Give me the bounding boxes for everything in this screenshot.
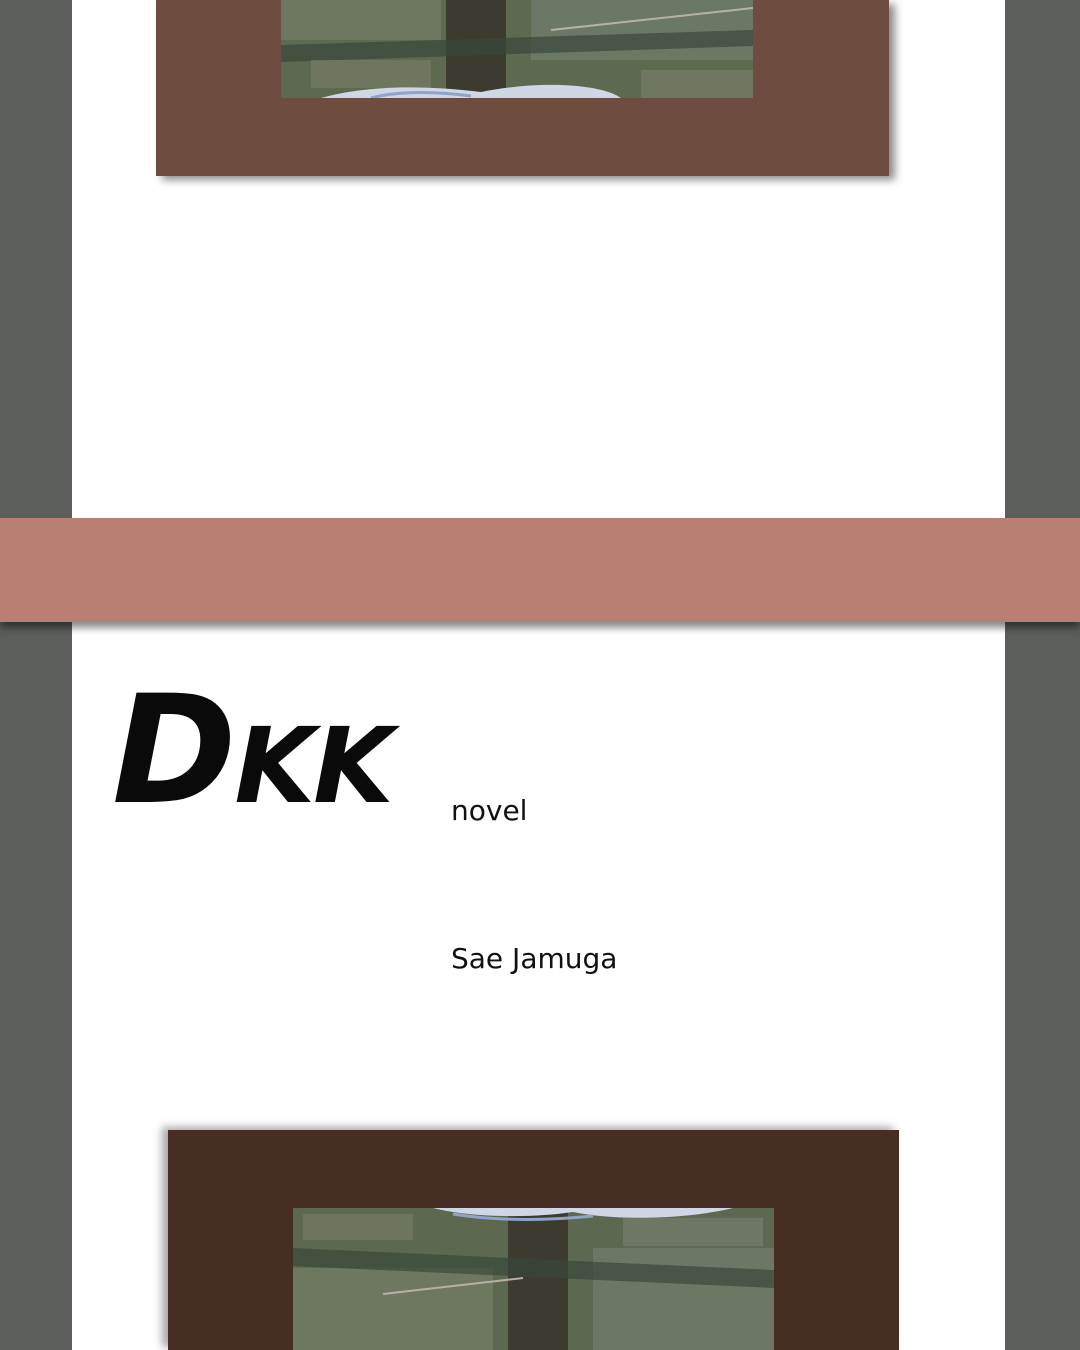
photo-frame-bottom <box>168 1130 899 1350</box>
book-author: Sae Jamuga <box>451 942 618 975</box>
book-title: DKK <box>112 676 394 827</box>
cover-photo-bottom <box>293 1208 774 1350</box>
book-title-initial: D <box>112 664 237 838</box>
photo-frame-top <box>156 0 889 176</box>
cover-photo-top <box>281 0 753 98</box>
book-title-rest: KK <box>234 705 394 827</box>
accent-band <box>0 518 1080 622</box>
book-genre: novel <box>451 794 528 827</box>
